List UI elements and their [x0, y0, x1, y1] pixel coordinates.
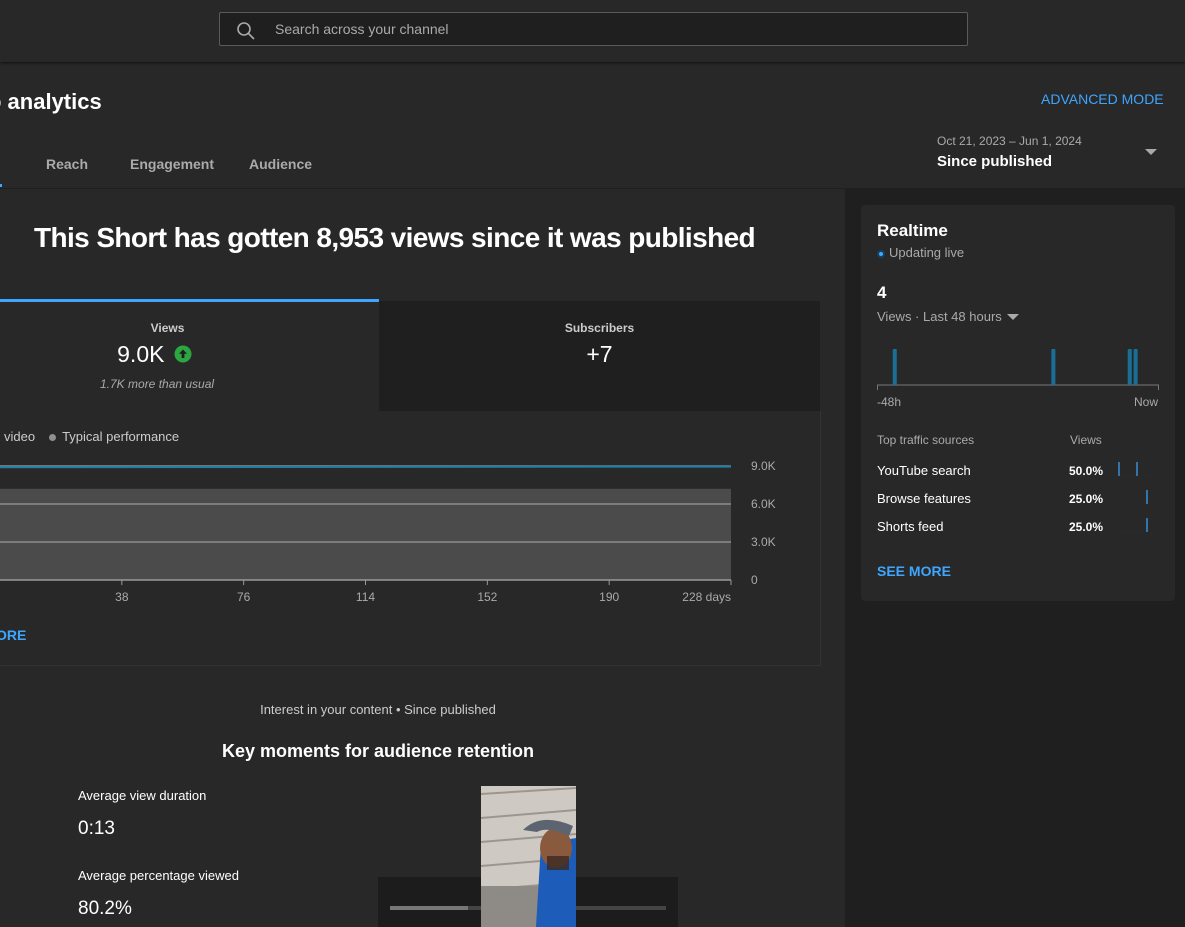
- overview-headline: This Short has gotten 8,953 views since …: [34, 222, 756, 253]
- x-tick-label: 152: [477, 590, 497, 604]
- live-dot-icon: [877, 249, 885, 258]
- realtime-metric-selector[interactable]: Views · Last 48 hours: [877, 309, 1002, 324]
- tab-reach[interactable]: Reach: [46, 156, 88, 172]
- x-tick-label: 114: [356, 590, 375, 604]
- views-chart[interactable]: 9.0K 6.0K 3.0K 0 38 76 114 152 190 228 days: [0, 455, 800, 615]
- realtime-bar: [1051, 349, 1056, 385]
- avg-duration-value: 0:13: [78, 818, 115, 839]
- trend-up-icon: [174, 345, 192, 363]
- traffic-source-bars: [1117, 462, 1157, 533]
- realtime-bar-chart[interactable]: [877, 340, 1159, 390]
- date-preset-selector[interactable]: Since published: [937, 153, 1052, 170]
- realtime-bar: [892, 349, 897, 385]
- realtime-bar: [1127, 349, 1132, 385]
- traffic-sources-header: Top traffic sources: [877, 433, 975, 447]
- views-metric-card[interactable]: Views 9.0K 1.7K more than usual: [0, 299, 379, 411]
- views-value: 9.0K: [0, 341, 344, 368]
- series-line: [0, 465, 732, 469]
- active-tab-indicator: [0, 184, 2, 187]
- video-thumbnail[interactable]: [481, 786, 576, 927]
- x-tick-label: 38: [115, 590, 129, 604]
- selected-card-indicator: [0, 299, 379, 302]
- traffic-source-name: Shorts feed: [877, 519, 944, 534]
- traffic-views-header: Views: [1070, 433, 1102, 447]
- realtime-title: Realtime: [877, 221, 948, 240]
- legend-this-video: video: [4, 429, 36, 444]
- views-label: Views: [150, 321, 185, 335]
- realtime-bar: [1133, 349, 1138, 385]
- x-tick-label: 228 days: [682, 590, 731, 604]
- realtime-count: 4: [877, 283, 887, 302]
- realtime-status-text: Updating live: [889, 245, 965, 260]
- realtime-axis-end: Now: [1134, 395, 1159, 409]
- search-icon[interactable]: [236, 21, 256, 41]
- see-more-link[interactable]: ORE: [0, 627, 26, 643]
- video-progress-fill: [390, 906, 468, 910]
- y-tick-label: 6.0K: [751, 497, 776, 511]
- realtime-card: [861, 205, 1175, 601]
- views-number: 9.0K: [117, 341, 165, 367]
- x-tick-label: 76: [237, 590, 251, 604]
- typical-performance-band: [0, 488, 731, 580]
- traffic-source-name: Browse features: [877, 491, 971, 506]
- realtime-axis-start: -48h: [877, 395, 902, 409]
- traffic-source-pct: 25.0%: [1069, 520, 1104, 534]
- subscribers-metric-card[interactable]: Subscribers +7: [379, 301, 820, 411]
- avg-duration-label: Average view duration: [78, 788, 207, 803]
- avg-percentage-label: Average percentage viewed: [78, 868, 239, 883]
- y-tick-label: 3.0K: [751, 535, 776, 549]
- tab-audience[interactable]: Audience: [249, 156, 312, 172]
- retention-title: Key moments for audience retention: [221, 741, 535, 761]
- traffic-source-pct: 50.0%: [1069, 464, 1104, 478]
- subscribers-value: +7: [586, 341, 613, 367]
- interest-caption: Interest in your content • Since publish…: [260, 702, 496, 717]
- search-input[interactable]: [275, 13, 935, 45]
- realtime-status: Updating live: [877, 245, 964, 260]
- chevron-down-icon[interactable]: [1007, 314, 1019, 320]
- y-tick-label: 0: [751, 573, 758, 587]
- traffic-source-name: YouTube search: [877, 463, 971, 478]
- legend-dot-icon: [49, 433, 57, 441]
- subscribers-label: Subscribers: [564, 321, 635, 335]
- chevron-down-icon[interactable]: [1145, 149, 1157, 155]
- x-tick-label: 190: [599, 590, 619, 604]
- date-range-text[interactable]: Oct 21, 2023 – Jun 1, 2024: [937, 134, 1082, 148]
- avg-percentage-value: 80.2%: [78, 898, 132, 919]
- page-title: o analytics: [0, 89, 102, 114]
- traffic-source-pct: 25.0%: [1069, 492, 1104, 506]
- chart-legend: video Typical performance: [4, 429, 179, 444]
- realtime-see-more-link[interactable]: SEE MORE: [877, 563, 951, 579]
- tab-engagement[interactable]: Engagement: [130, 156, 214, 172]
- search-bar[interactable]: [219, 12, 968, 46]
- y-tick-label: 9.0K: [751, 459, 776, 473]
- legend-typical: Typical performance: [62, 429, 180, 444]
- advanced-mode-button[interactable]: ADVANCED MODE: [1041, 91, 1164, 107]
